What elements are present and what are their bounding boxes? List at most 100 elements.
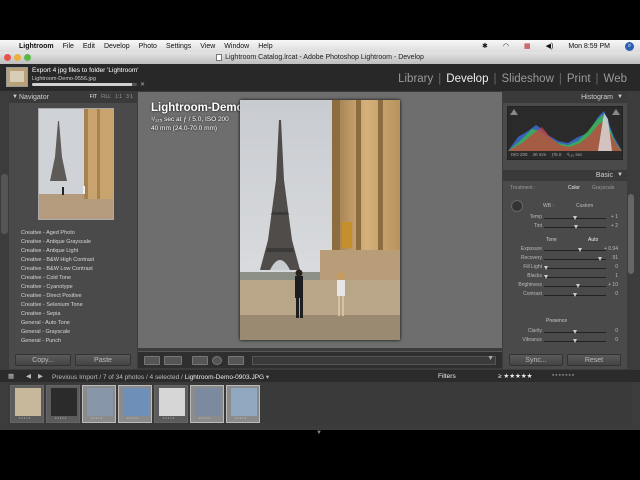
slider-track[interactable]: [544, 268, 606, 269]
zoom-button[interactable]: [24, 54, 31, 61]
preset-item[interactable]: Creative - Sepia: [21, 310, 133, 319]
filmstrip-thumbnail[interactable]: •••••: [226, 385, 260, 423]
flag-icon[interactable]: ▦: [524, 42, 531, 50]
slider-thumb[interactable]: [597, 257, 602, 261]
collapse-triangle-icon[interactable]: ▼: [617, 170, 623, 181]
module-slideshow[interactable]: Slideshow: [496, 73, 558, 85]
bluetooth-icon[interactable]: ✱: [482, 42, 488, 50]
slider-value[interactable]: + 10: [608, 282, 618, 288]
filmstrip-source[interactable]: Previous Import / 7 of 34 photos / 4 sel…: [52, 373, 269, 381]
toolbar-dropdown[interactable]: [252, 356, 496, 365]
wb-value[interactable]: Custom: [576, 203, 593, 209]
forward-arrow-icon[interactable]: ▶: [38, 372, 43, 380]
preset-item[interactable]: Creative - Antique Light: [21, 247, 133, 256]
rating-filter[interactable]: ≥ ★★★★★: [498, 372, 533, 380]
slider-thumb[interactable]: [543, 266, 548, 270]
spot-removal-icon[interactable]: [228, 356, 244, 365]
histogram[interactable]: ISO 200 40 mm ƒ/5.0 ¹/₁₂₅ sec: [507, 106, 623, 160]
preset-item[interactable]: Creative - B&W Low Contrast: [21, 265, 133, 274]
preset-item[interactable]: Creative - Selenium Tone: [21, 301, 133, 310]
wb-selector-icon[interactable]: [511, 200, 523, 212]
clock[interactable]: Mon 8:59 PM: [568, 43, 610, 50]
zoom-fit[interactable]: FIT: [90, 92, 98, 103]
reset-button[interactable]: Reset: [567, 354, 621, 366]
left-panel-toggle[interactable]: [1, 174, 8, 234]
menu-view[interactable]: View: [200, 43, 215, 50]
slider-value[interactable]: + 2: [611, 223, 618, 229]
slider-thumb[interactable]: [573, 330, 577, 334]
slider-value[interactable]: + 1: [611, 214, 618, 220]
preset-item[interactable]: Creative - Cyanotype: [21, 283, 133, 292]
crop-icon[interactable]: [192, 356, 208, 365]
histogram-header[interactable]: Histogram ▼: [503, 92, 627, 103]
red-eye-icon[interactable]: [212, 356, 222, 365]
treatment-grayscale[interactable]: Grayscale: [592, 185, 615, 191]
filmstrip-thumbnail[interactable]: •••••: [46, 385, 80, 423]
filmstrip-thumbnail[interactable]: •••••: [154, 385, 188, 423]
zoom-3-1[interactable]: 3:1: [126, 92, 133, 103]
chevron-down-icon[interactable]: ▼: [487, 355, 494, 362]
copy-button[interactable]: Copy...: [15, 354, 71, 366]
auto-tone-button[interactable]: Auto: [588, 237, 598, 243]
menu-settings[interactable]: Settings: [166, 43, 191, 50]
module-print[interactable]: Print: [562, 73, 596, 85]
slider-value[interactable]: 1: [615, 273, 618, 279]
slider-track[interactable]: [544, 250, 606, 251]
close-button[interactable]: [4, 54, 11, 61]
paste-button[interactable]: Paste: [75, 354, 131, 366]
slider-thumb[interactable]: [573, 216, 577, 220]
preset-item[interactable]: Creative - Aged Photo: [21, 229, 133, 238]
preset-item[interactable]: Creative - Cold Tone: [21, 274, 133, 283]
preset-item[interactable]: General - Auto Tone: [21, 319, 133, 328]
wifi-icon[interactable]: ◠: [503, 42, 509, 50]
preset-item[interactable]: Creative - Antique Grayscale: [21, 238, 133, 247]
menu-edit[interactable]: Edit: [83, 43, 95, 50]
preset-item[interactable]: General - Grayscale: [21, 328, 133, 337]
menu-window[interactable]: Window: [224, 43, 249, 50]
navigator-header[interactable]: ▼ Navigator FIT FILL 1:1 3:1: [9, 92, 137, 103]
slider-value[interactable]: 0: [615, 264, 618, 270]
menu-help[interactable]: Help: [258, 43, 272, 50]
filmstrip-thumbnail[interactable]: •••••: [190, 385, 224, 423]
slider-thumb[interactable]: [574, 225, 579, 229]
spotlight-icon[interactable]: ⌕: [625, 41, 634, 51]
sync-button[interactable]: Sync...: [509, 354, 563, 366]
preset-item[interactable]: General - Punch: [21, 337, 133, 346]
loupe-view-icon[interactable]: [144, 356, 160, 365]
slider-track[interactable]: [544, 286, 606, 287]
menu-lightroom[interactable]: Lightroom: [19, 43, 54, 50]
slider-thumb[interactable]: [573, 339, 577, 343]
zoom-fill[interactable]: FILL: [101, 92, 111, 103]
minimize-button[interactable]: [14, 54, 21, 61]
preset-item[interactable]: Creative - B&W High Contrast: [21, 256, 133, 265]
cancel-export-icon[interactable]: ✕: [140, 81, 145, 88]
slider-value[interactable]: 91: [612, 255, 618, 261]
collapse-triangle-icon[interactable]: ▼: [12, 92, 18, 103]
module-develop[interactable]: Develop: [441, 73, 493, 85]
flag-filter-icons[interactable]: ▪▪▪▪▪▪▪: [552, 372, 575, 379]
slider-track[interactable]: [544, 259, 606, 260]
module-library[interactable]: Library: [393, 73, 438, 85]
menu-develop[interactable]: Develop: [104, 43, 130, 50]
module-web[interactable]: Web: [599, 73, 632, 85]
slider-value[interactable]: 0: [615, 291, 618, 297]
volume-icon[interactable]: ◀): [546, 42, 554, 50]
slider-value[interactable]: 0: [615, 328, 618, 334]
grid-view-icon[interactable]: ▦: [8, 372, 14, 380]
filmstrip-thumbnail[interactable]: •••••: [82, 385, 116, 423]
slider-thumb[interactable]: [576, 284, 581, 288]
slider-thumb[interactable]: [577, 248, 582, 252]
filmstrip-thumbnail[interactable]: •••••: [10, 385, 44, 423]
menu-file[interactable]: File: [63, 43, 74, 50]
collapse-triangle-icon[interactable]: ▼: [617, 92, 623, 103]
right-panel-scrollbar[interactable]: [628, 194, 634, 274]
menu-photo[interactable]: Photo: [139, 43, 157, 50]
slider-value[interactable]: 0: [615, 337, 618, 343]
preset-item[interactable]: Creative - Direct Positive: [21, 292, 133, 301]
navigator-preview[interactable]: [38, 108, 114, 220]
zoom-1-1[interactable]: 1:1: [115, 92, 122, 103]
basic-header[interactable]: Basic ▼: [503, 170, 627, 181]
slider-thumb[interactable]: [573, 293, 577, 297]
main-photo[interactable]: [240, 100, 400, 340]
slider-thumb[interactable]: [544, 275, 549, 279]
